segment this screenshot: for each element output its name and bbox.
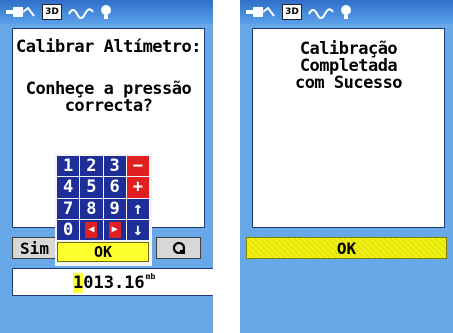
calibration-prompt-screen: 3D Calibrar Altímetro: Conheçe a pressão… [0,0,213,333]
pressure-digits: 013.16 [83,273,145,293]
key-down-arrow[interactable]: ↓ [126,219,149,240]
backlight-icon [341,5,351,19]
status-bar: 3D [0,0,213,24]
key-left-arrow[interactable]: ◀ [80,219,103,240]
status-bar: 3D [240,0,453,24]
yes-button[interactable]: Sim [12,237,57,259]
result-message: Calibração Completada com Sucesso [294,39,403,93]
pressure-unit: mb [145,272,156,281]
key-0[interactable]: 0 [57,219,80,240]
pressure-value: 1013.16mb [73,273,155,293]
3d-fix-icon: 3D [42,4,62,20]
key-3[interactable]: 3 [103,156,126,177]
backlight-icon [101,5,111,19]
key-4[interactable]: 4 [57,177,80,198]
key-minus[interactable]: − [126,156,149,177]
dialog-title: Calibrar Altímetro: [16,37,201,57]
key-1[interactable]: 1 [57,156,80,177]
calibration-complete-screen: 3D Calibração Completada com Sucesso OK [240,0,453,333]
key-7[interactable]: 7 [57,198,80,219]
right-arrow-icon: ▶ [108,221,121,238]
power-icon [6,6,35,17]
result-dialog: Calibração Completada com Sucesso [252,28,445,228]
signal-wave-icon [308,8,334,19]
key-5[interactable]: 5 [80,177,103,198]
pressure-field[interactable]: 1013.16mb [12,268,213,296]
key-6[interactable]: 6 [103,177,126,198]
key-8[interactable]: 8 [80,198,103,219]
key-plus[interactable]: + [126,177,149,198]
numeric-keypad: 1 2 3 − 4 5 6 + 7 8 9 ↑ 0 ◀ ▶ ↓ OK [55,154,152,266]
keypad-ok-button[interactable]: OK [57,242,149,262]
key-9[interactable]: 9 [103,198,126,219]
no-button[interactable] [156,237,201,259]
refresh-icon [172,241,185,255]
key-right-arrow[interactable]: ▶ [103,219,126,240]
key-up-arrow[interactable]: ↑ [126,198,149,219]
ok-button[interactable]: OK [246,237,447,259]
power-icon [246,6,275,17]
3d-fix-icon: 3D [282,4,302,20]
key-2[interactable]: 2 [80,156,103,177]
left-arrow-icon: ◀ [85,221,98,238]
cursor-digit: 1 [73,273,84,293]
dialog-question: Conheçe a pressão correcta? [25,79,192,116]
signal-wave-icon [68,8,94,19]
